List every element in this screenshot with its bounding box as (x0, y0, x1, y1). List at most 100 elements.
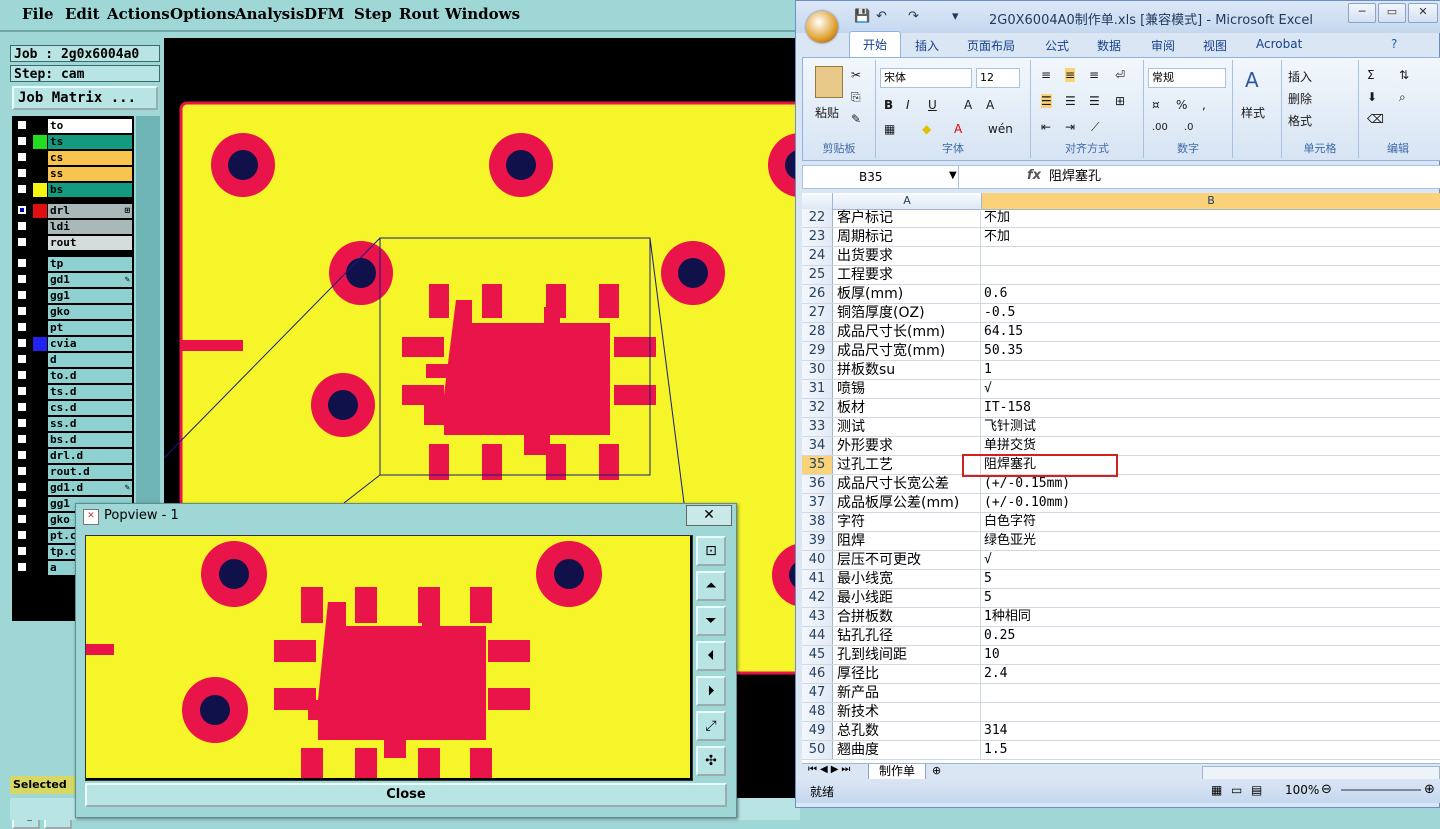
grow-font-icon[interactable]: A (964, 98, 972, 112)
layer-row-cs[interactable]: cs (15, 151, 132, 165)
tab-view[interactable]: 视图 (1203, 37, 1227, 54)
row-header[interactable]: 22 (802, 209, 833, 227)
save-icon[interactable]: 💾 (854, 9, 870, 24)
row-header[interactable]: 50 (802, 741, 833, 759)
row-header[interactable]: 42 (802, 589, 833, 607)
cell-b[interactable] (982, 684, 1440, 702)
clear-icon[interactable]: ⌫ (1367, 112, 1384, 126)
layer-checkbox[interactable] (17, 514, 27, 524)
cell-a[interactable]: 孔到线间距 (833, 646, 981, 664)
layer-row-ss[interactable]: ss (15, 167, 132, 181)
decrease-decimal-icon[interactable]: .0 (1184, 122, 1194, 133)
layer-checkbox[interactable] (17, 136, 27, 146)
bold-icon[interactable]: B (884, 98, 893, 112)
cell-a[interactable]: 测试 (833, 418, 981, 436)
menu-windows[interactable]: Windows (445, 5, 520, 23)
minimize-icon[interactable]: ─ (1348, 3, 1376, 23)
layer-checkbox[interactable] (17, 562, 27, 572)
cell-b[interactable]: (+/-0.15mm) (982, 475, 1440, 493)
align-middle-icon[interactable]: ≡ (1065, 68, 1076, 82)
cell-b[interactable]: 50.35 (982, 342, 1440, 360)
row-header[interactable]: 33 (802, 418, 833, 436)
align-right-icon[interactable]: ☰ (1089, 94, 1100, 108)
row-header[interactable]: 48 (802, 703, 833, 721)
menu-dfm[interactable]: DFM (304, 5, 344, 23)
layer-checkbox[interactable] (17, 450, 27, 460)
tab-review[interactable]: 审阅 (1151, 37, 1175, 54)
cell-b[interactable]: 314 (982, 722, 1440, 740)
styles-icon[interactable]: A (1245, 68, 1259, 92)
layer-checkbox[interactable] (17, 205, 27, 215)
cell-b[interactable]: 2.4 (982, 665, 1440, 683)
cell-a[interactable]: 新技术 (833, 703, 981, 721)
layer-row-rout[interactable]: rout (15, 236, 132, 250)
increase-indent-icon[interactable]: ⇥ (1065, 120, 1075, 134)
normal-view-icon[interactable]: ▦ (1211, 783, 1222, 797)
name-box-dropdown-icon[interactable]: ▼ (949, 170, 957, 181)
layer-row-d[interactable]: d (15, 353, 132, 367)
row-header[interactable]: 45 (802, 646, 833, 664)
align-top-icon[interactable]: ≡ (1041, 68, 1051, 82)
cell-a[interactable]: 字符 (833, 513, 981, 531)
pan-up-icon[interactable]: ⏶ (696, 571, 726, 601)
help-icon[interactable]: ? (1391, 37, 1397, 51)
row-header[interactable]: 34 (802, 437, 833, 455)
excel-titlebar[interactable]: 💾 ↶ ↷ ▾ 2G0X6004A0制作单.xls [兼容模式] - Micro… (796, 1, 1440, 43)
layer-row-bs-d[interactable]: bs.d (15, 433, 132, 447)
menu-rout[interactable]: Rout (399, 5, 439, 23)
merge-icon[interactable]: ⊞ (1115, 94, 1125, 108)
layer-row-gd1-d[interactable]: gd1.d ✎ (15, 481, 132, 495)
align-bottom-icon[interactable]: ≡ (1089, 68, 1099, 82)
page-layout-view-icon[interactable]: ▭ (1231, 783, 1242, 797)
cell-b[interactable]: 绿色亚光 (982, 532, 1440, 550)
layer-row-to[interactable]: to (15, 119, 132, 133)
align-center-icon[interactable]: ☰ (1065, 94, 1076, 108)
layer-row-ts-d[interactable]: ts.d (15, 385, 132, 399)
layer-checkbox[interactable] (17, 221, 27, 231)
styles-button[interactable]: 样式 (1241, 104, 1265, 121)
layer-checkbox[interactable] (17, 530, 27, 540)
percent-icon[interactable]: % (1176, 98, 1187, 112)
popview-close-button[interactable]: Close (85, 783, 727, 807)
layer-checkbox[interactable] (17, 258, 27, 268)
italic-icon[interactable]: I (906, 98, 910, 112)
cell-b[interactable]: 单拼交货 (982, 437, 1440, 455)
orientation-icon[interactable]: ⟋ (1091, 120, 1099, 135)
cell-a[interactable]: 翘曲度 (833, 741, 981, 759)
cell-a[interactable]: 喷锡 (833, 380, 981, 398)
page-break-view-icon[interactable]: ▤ (1251, 783, 1262, 797)
cell-a[interactable]: 最小线宽 (833, 570, 981, 588)
row-header[interactable]: 24 (802, 247, 833, 265)
zoom-fit-icon[interactable]: ⊡ (696, 536, 726, 566)
layer-row-ldi[interactable]: ldi (15, 220, 132, 234)
cell-a[interactable]: 层压不可更改 (833, 551, 981, 569)
menu-actions[interactable]: Actions (107, 5, 170, 23)
row-header[interactable]: 31 (802, 380, 833, 398)
layer-row-drl[interactable]: drl ⊞ (15, 204, 132, 218)
cell-b[interactable] (982, 703, 1440, 721)
paste-button[interactable]: 粘贴 (815, 104, 839, 121)
layer-checkbox[interactable] (17, 466, 27, 476)
row-header[interactable]: 29 (802, 342, 833, 360)
row-header[interactable]: 32 (802, 399, 833, 417)
layer-checkbox[interactable] (17, 546, 27, 556)
zoom-out-icon[interactable]: ⊖ (1321, 782, 1332, 797)
layer-row-to-d[interactable]: to.d (15, 369, 132, 383)
format-cells-button[interactable]: 格式 (1288, 112, 1312, 129)
cell-a[interactable]: 钻孔孔径 (833, 627, 981, 645)
cell-b[interactable] (982, 266, 1440, 284)
zoom-out-icon[interactable]: ✣ (696, 746, 726, 776)
copy-icon[interactable]: ⎘ (851, 90, 861, 105)
cell-b[interactable]: 5 (982, 570, 1440, 588)
formula-input[interactable]: 阻焊塞孔 (1049, 166, 1101, 188)
layer-checkbox[interactable] (17, 354, 27, 364)
layer-checkbox[interactable] (17, 274, 27, 284)
autosum-icon[interactable]: Σ (1367, 68, 1375, 82)
pan-left-icon[interactable]: ⏴ (696, 641, 726, 671)
row-header[interactable]: 44 (802, 627, 833, 645)
cell-b[interactable]: √ (982, 551, 1440, 569)
layer-row-gg1[interactable]: gg1 (15, 289, 132, 303)
tab-page-layout[interactable]: 页面布局 (967, 37, 1015, 54)
cell-a[interactable]: 最小线距 (833, 589, 981, 607)
cell-b[interactable]: √ (982, 380, 1440, 398)
